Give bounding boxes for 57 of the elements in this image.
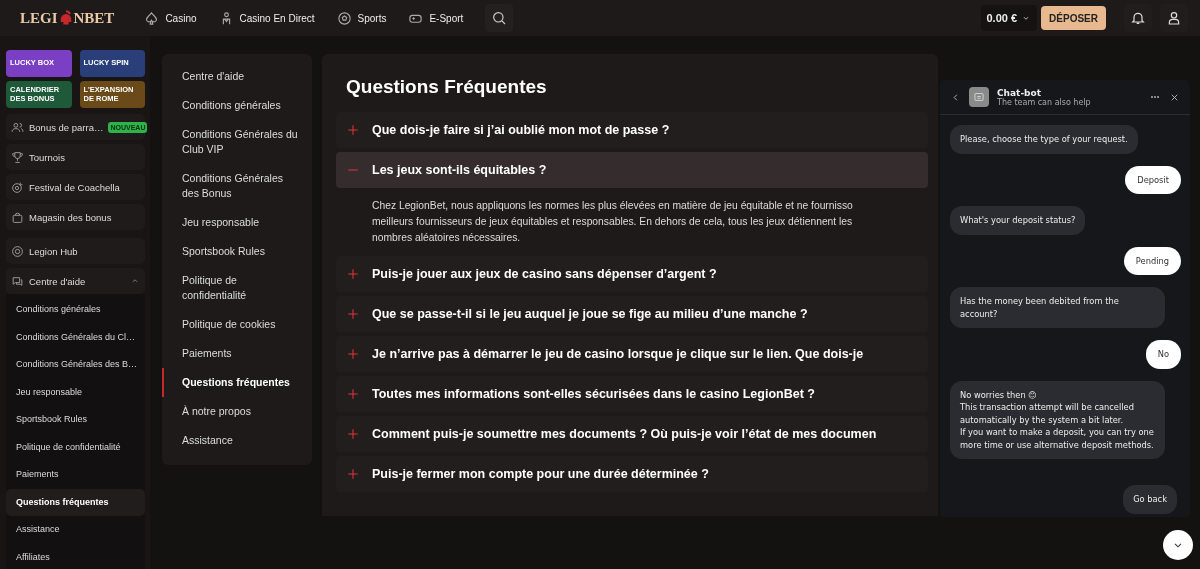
chat-subtitle: The team can also help: [997, 97, 1092, 107]
bot-message: No worries then 😊 This transaction attempt will be cancelled automatically by the system a bit later. If you want to make a deposit, you can try one more time or use alternative deposit methods.: [950, 380, 1165, 459]
nav-link[interactable]: Casino En Direct: [218, 10, 315, 26]
help-nav-link[interactable]: Assistance: [162, 426, 312, 455]
logo-text: NBET: [73, 9, 115, 27]
bot-message: Please, choose the type of your request.: [950, 125, 1138, 154]
faq-question[interactable]: Puis-je fermer mon compte pour une durée déterminée ?: [336, 456, 928, 492]
sidebar-item[interactable]: Tournois: [6, 144, 145, 170]
help-nav-link[interactable]: Jeu responsable: [162, 208, 312, 237]
chat-title: Chat-bot: [997, 87, 1043, 98]
sidebar-item[interactable]: Festival de Coachella: [6, 174, 145, 200]
submenu-item[interactable]: Assistance: [6, 516, 145, 544]
faq-question[interactable]: Les jeux sont-ils équitables ?: [336, 152, 928, 188]
faq-answer-line: meilleurs fournisseurs de jeux équitables et responsables. En dehors de cela, tous les jeux détiennent les: [372, 215, 854, 229]
user-reply: Pending: [1123, 246, 1181, 275]
help-nav-link[interactable]: Politique de confidentialité: [162, 266, 312, 310]
bot-message: What's your deposit status?: [950, 206, 1086, 235]
balance-dropdown[interactable]: 0.00 €: [980, 5, 1038, 31]
help-nav-link[interactable]: Conditions Générales des Bonus: [162, 164, 312, 208]
go-back-button[interactable]: Go back: [1123, 485, 1177, 514]
help-nav-link[interactable]: À notre propos: [162, 397, 312, 426]
faq-answer-line: Chez LegionBet, nous appliquons les normes les plus élevées en matière de jeu équitable et ne fournisso: [372, 199, 854, 213]
user-reply: Deposit: [1125, 165, 1181, 194]
submenu-item[interactable]: Paiements: [6, 461, 145, 489]
logo-text: LEGI: [20, 9, 58, 27]
help-nav-link[interactable]: Centre d'aide: [162, 62, 312, 91]
faq-question[interactable]: Je n’arrive pas à démarrer le jeu de casino lorsque je clique sur le lien. Que dois-je: [336, 336, 928, 372]
faq-answer-line: nombres aléatoires nécessaires.: [372, 231, 522, 245]
nav-link[interactable]: Sports: [336, 10, 387, 26]
faq-question[interactable]: Comment puis-je soumettre mes documents ? Où puis-je voir l’état de mes documen: [336, 416, 928, 452]
sidebar-item[interactable]: Magasin des bonus: [6, 204, 145, 230]
bot-message: Has the money been debited from the account?: [950, 287, 1165, 328]
faq-question[interactable]: Que dois-je faire si j’ai oublié mon mot de passe ?: [336, 112, 928, 148]
faq-question[interactable]: Que se passe-t-il si le jeu auquel je joue se fige au milieu d’une manche ?: [336, 296, 928, 332]
help-nav-link[interactable]: Conditions générales: [162, 91, 312, 120]
submenu-item[interactable]: Sportsbook Rules: [6, 406, 145, 434]
help-nav-link[interactable]: Questions fréquentes: [162, 368, 312, 397]
nav-link[interactable]: E-Sport: [408, 10, 464, 26]
sidebar-item[interactable]: Centre d'aide: [6, 268, 145, 294]
submenu-item[interactable]: Questions fréquentes: [6, 488, 145, 516]
deposit-button[interactable]: DÉPOSER: [1041, 6, 1106, 30]
submenu-item[interactable]: Conditions Générales des B…: [6, 351, 145, 379]
sidebar-item[interactable]: Legion Hub: [6, 238, 145, 264]
user-reply: No: [1145, 340, 1181, 369]
nav-link[interactable]: Casino: [144, 10, 197, 26]
help-nav-link[interactable]: Sportsbook Rules: [162, 237, 312, 266]
faq-question[interactable]: Toutes mes informations sont-elles sécurisées dans le casino LegionBet ?: [336, 376, 928, 412]
submenu-item[interactable]: Conditions Générales du Cl…: [6, 323, 145, 351]
help-nav-link[interactable]: Politique de cookies: [162, 310, 312, 339]
submenu-item[interactable]: Jeu responsable: [6, 378, 145, 406]
help-nav-link[interactable]: Conditions Générales du Club VIP: [162, 120, 312, 164]
submenu-item[interactable]: Conditions générales: [6, 296, 145, 324]
submenu-item[interactable]: Politique de confidentialité: [6, 433, 145, 461]
submenu-item[interactable]: Affiliates: [6, 543, 145, 569]
page-title: Questions Fréquentes: [346, 76, 548, 98]
faq-question[interactable]: Puis-je jouer aux jeux de casino sans dépenser d’argent ?: [336, 256, 928, 292]
help-nav-link[interactable]: Paiements: [162, 339, 312, 368]
